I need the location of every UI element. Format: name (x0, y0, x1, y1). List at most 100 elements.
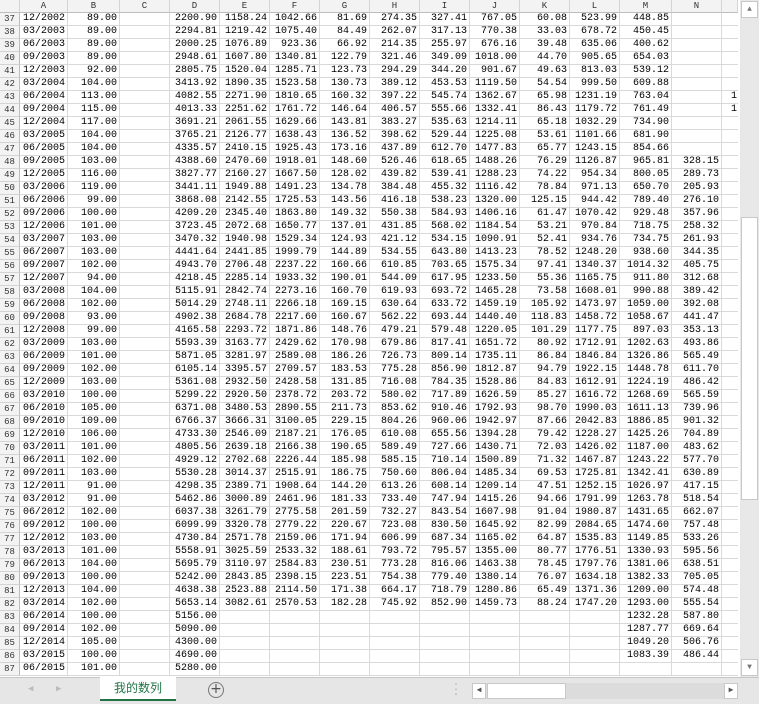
cell[interactable] (722, 481, 738, 494)
cell[interactable]: 3281.97 (220, 351, 270, 364)
cell[interactable]: 1463.38 (470, 559, 520, 572)
cell[interactable]: 529.44 (420, 130, 470, 143)
cell[interactable] (722, 312, 738, 325)
cell[interactable] (722, 390, 738, 403)
cell[interactable] (120, 624, 170, 637)
cell[interactable]: 565.59 (672, 390, 722, 403)
cell[interactable]: 1797.76 (570, 559, 620, 572)
row-header[interactable]: 78 (0, 546, 20, 559)
cell[interactable]: 69.53 (520, 468, 570, 481)
column-header-o[interactable] (722, 0, 738, 13)
cell[interactable]: 938.60 (620, 247, 672, 260)
cell[interactable]: 1280.86 (470, 585, 520, 598)
cell[interactable]: 5156.00 (170, 611, 220, 624)
cell[interactable]: 100.00 (68, 208, 120, 221)
cell[interactable]: 1485.34 (470, 468, 520, 481)
cell[interactable]: 98.70 (520, 403, 570, 416)
column-header-f[interactable]: F (270, 0, 320, 13)
cell[interactable] (120, 299, 170, 312)
cell[interactable]: 03/2012 (20, 494, 68, 507)
cell[interactable]: 905.65 (570, 52, 620, 65)
cell[interactable]: 115.00 (68, 104, 120, 117)
cell[interactable]: 1116.42 (470, 182, 520, 195)
cell[interactable]: 1248.20 (570, 247, 620, 260)
cell[interactable]: 94.79 (520, 364, 570, 377)
cell[interactable]: 146.64 (320, 104, 370, 117)
cell[interactable]: 274.35 (370, 13, 420, 26)
cell[interactable]: 89.00 (68, 39, 120, 52)
cell[interactable]: 4733.30 (170, 429, 220, 442)
cell[interactable]: 06/2005 (20, 143, 68, 156)
cell[interactable]: 687.34 (420, 533, 470, 546)
cell[interactable]: 1626.59 (470, 390, 520, 403)
cell[interactable]: 1165.75 (570, 273, 620, 286)
cell[interactable]: 383.27 (370, 117, 420, 130)
column-header-l[interactable]: L (570, 0, 620, 13)
cell[interactable]: 113.00 (68, 91, 120, 104)
cell[interactable]: 06/2011 (20, 455, 68, 468)
cell[interactable]: 1119.50 (470, 78, 520, 91)
cell[interactable]: 101.00 (68, 546, 120, 559)
cell[interactable] (722, 598, 738, 611)
cell[interactable]: 1228.27 (570, 429, 620, 442)
cell[interactable]: 1288.23 (470, 169, 520, 182)
cell[interactable]: 1612.91 (570, 377, 620, 390)
cell[interactable] (470, 663, 520, 676)
cell[interactable]: 971.13 (570, 182, 620, 195)
cell[interactable]: 1735.11 (470, 351, 520, 364)
cell[interactable]: 327.41 (420, 13, 470, 26)
cell[interactable]: 4730.84 (170, 533, 220, 546)
cell[interactable]: 5695.79 (170, 559, 220, 572)
row-header[interactable]: 76 (0, 520, 20, 533)
cell[interactable]: 4298.35 (170, 481, 220, 494)
cell[interactable] (722, 234, 738, 247)
cell[interactable] (520, 663, 570, 676)
cell[interactable]: 1340.81 (270, 52, 320, 65)
cell[interactable]: 125.15 (520, 195, 570, 208)
cell[interactable]: 923.36 (270, 39, 320, 52)
cell[interactable] (420, 663, 470, 676)
cell[interactable]: 105.00 (68, 403, 120, 416)
cell[interactable] (520, 624, 570, 637)
cell[interactable]: 188.61 (320, 546, 370, 559)
cell[interactable]: 160.66 (320, 260, 370, 273)
cell[interactable]: 1252.15 (570, 481, 620, 494)
cell[interactable]: 124.93 (320, 234, 370, 247)
column-header-m[interactable]: M (620, 0, 672, 13)
cell[interactable]: 5593.39 (170, 338, 220, 351)
cell[interactable]: 1725.53 (270, 195, 320, 208)
cell[interactable]: 353.13 (672, 325, 722, 338)
cell[interactable] (120, 611, 170, 624)
cell[interactable]: 176.05 (320, 429, 370, 442)
cell[interactable]: 595.56 (672, 546, 722, 559)
cell[interactable]: 693.44 (420, 312, 470, 325)
cell[interactable] (722, 286, 738, 299)
cell[interactable]: 131.85 (320, 377, 370, 390)
cell[interactable]: 638.51 (672, 559, 722, 572)
cell[interactable]: 1616.72 (570, 390, 620, 403)
cell[interactable]: 1381.06 (620, 559, 672, 572)
cell[interactable]: 618.65 (420, 156, 470, 169)
cell[interactable]: 5242.00 (170, 572, 220, 585)
cell[interactable]: 74.22 (520, 169, 570, 182)
cell[interactable] (470, 637, 520, 650)
row-header[interactable]: 50 (0, 182, 20, 195)
cell[interactable]: 09/2011 (20, 468, 68, 481)
cell[interactable]: 03/2008 (20, 286, 68, 299)
cell[interactable]: 06/2014 (20, 611, 68, 624)
cell[interactable]: 1406.16 (470, 208, 520, 221)
cell[interactable] (120, 273, 170, 286)
row-header[interactable]: 58 (0, 286, 20, 299)
cell[interactable]: 2533.32 (270, 546, 320, 559)
cell[interactable]: 579.48 (420, 325, 470, 338)
cell[interactable]: 100.00 (68, 650, 120, 663)
cell[interactable] (420, 611, 470, 624)
cell[interactable]: 2166.38 (270, 442, 320, 455)
cell[interactable]: 734.75 (620, 234, 672, 247)
row-header[interactable]: 83 (0, 611, 20, 624)
cell[interactable] (120, 338, 170, 351)
cell[interactable]: 03/2014 (20, 598, 68, 611)
cell[interactable]: 1999.79 (270, 247, 320, 260)
cell[interactable] (120, 377, 170, 390)
cell[interactable]: 181.33 (320, 494, 370, 507)
